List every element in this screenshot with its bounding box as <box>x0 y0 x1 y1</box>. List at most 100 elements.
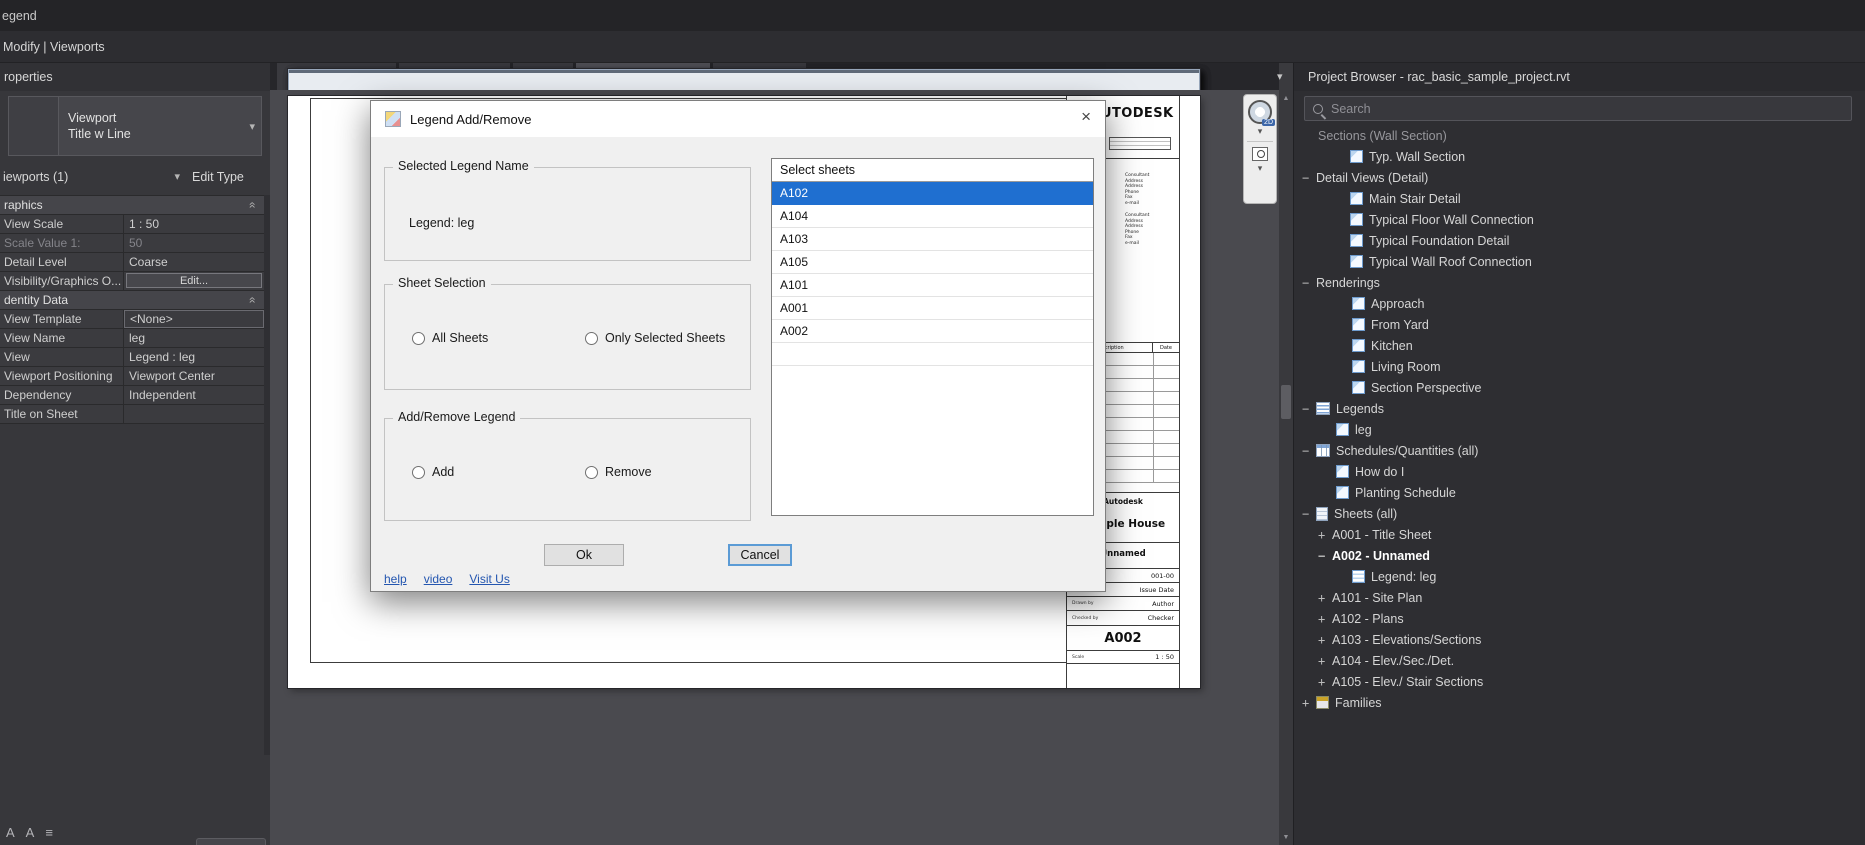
collapse-icon[interactable]: − <box>1302 276 1316 290</box>
property-value[interactable]: <None> <box>124 310 264 328</box>
radio-add[interactable]: Add <box>412 465 454 479</box>
tree-item[interactable]: +A105 - Elev./ Stair Sections <box>1294 671 1854 692</box>
expand-icon[interactable]: + <box>1318 528 1332 542</box>
sheet-list-item[interactable]: A002 <box>772 320 1093 343</box>
tree-item[interactable]: +A101 - Site Plan <box>1294 587 1854 608</box>
search-box[interactable]: Search <box>1304 96 1852 121</box>
edit-type-button[interactable]: Edit Type <box>192 164 262 189</box>
chevron-down-icon[interactable]: ▾ <box>1258 127 1263 136</box>
property-section-header[interactable]: dentity Data» <box>0 291 264 310</box>
dialog-link[interactable]: Visit Us <box>469 572 509 586</box>
scroll-down-icon[interactable]: ▼ <box>1279 830 1293 844</box>
tree-item[interactable]: +Families <box>1294 692 1854 713</box>
tree-item[interactable]: How do I <box>1294 461 1854 482</box>
property-value[interactable]: Independent <box>124 386 264 404</box>
property-section-header[interactable]: raphics» <box>0 196 264 215</box>
tree-item[interactable]: Main Stair Detail <box>1294 188 1854 209</box>
radio-all-sheets[interactable]: All Sheets <box>412 331 488 345</box>
expand-icon[interactable]: + <box>1318 675 1332 689</box>
tree-item[interactable]: Sections (Wall Section) <box>1294 125 1854 146</box>
scroll-up-icon[interactable]: ▲ <box>1279 91 1293 105</box>
tab-list-chevron-icon[interactable]: ▾ <box>1277 70 1283 83</box>
tree-item[interactable]: Kitchen <box>1294 335 1854 356</box>
sheet-list-item[interactable]: A102 <box>772 182 1093 205</box>
sheet-list-item[interactable]: A001 <box>772 297 1093 320</box>
property-value[interactable] <box>124 405 264 423</box>
expand-icon[interactable]: + <box>1318 591 1332 605</box>
tree-item[interactable]: Legend: leg <box>1294 566 1854 587</box>
radio-only-selected-sheets[interactable]: Only Selected Sheets <box>585 331 725 345</box>
dialog-link[interactable]: video <box>424 572 453 586</box>
cancel-button[interactable]: Cancel <box>728 544 792 566</box>
radio-icon[interactable] <box>412 332 425 345</box>
type-selector[interactable]: Viewport Title w Line ▾ <box>8 96 262 156</box>
tree-item[interactable]: Approach <box>1294 293 1854 314</box>
document-tab[interactable]: A102 - Plans <box>713 63 806 90</box>
properties-filter-combo[interactable]: iewports (1) ▾ <box>0 164 186 189</box>
property-value[interactable]: leg <box>124 329 264 347</box>
collapse-icon[interactable]: − <box>1302 444 1316 458</box>
property-value[interactable]: Edit... <box>124 272 264 290</box>
ok-button[interactable]: Ok <box>544 544 624 566</box>
tree-item[interactable]: Typ. Wall Section <box>1294 146 1854 167</box>
zoom-region-icon[interactable] <box>1252 147 1268 161</box>
text-toggle-a2-icon[interactable]: A <box>26 825 35 840</box>
status-bar-partial-button[interactable] <box>196 838 266 845</box>
tree-item[interactable]: −Detail Views (Detail) <box>1294 167 1854 188</box>
chevron-down-icon[interactable]: ▾ <box>1258 164 1263 173</box>
expand-icon[interactable]: + <box>1302 696 1316 710</box>
radio-icon[interactable] <box>585 466 598 479</box>
radio-remove[interactable]: Remove <box>585 465 652 479</box>
tree-item[interactable]: Typical Foundation Detail <box>1294 230 1854 251</box>
tree-item[interactable]: −Renderings <box>1294 272 1854 293</box>
dialog-link[interactable]: help <box>384 572 407 586</box>
tree-item[interactable]: From Yard <box>1294 314 1854 335</box>
tree-item[interactable]: −Schedules/Quantities (all) <box>1294 440 1854 461</box>
property-value[interactable]: Legend : leg <box>124 348 264 366</box>
mode-label[interactable]: Modify | Viewports <box>3 40 105 54</box>
property-value[interactable]: Viewport Center <box>124 367 264 385</box>
tree-item[interactable]: Typical Wall Roof Connection <box>1294 251 1854 272</box>
collapse-icon[interactable]: − <box>1318 549 1332 563</box>
expand-icon[interactable]: + <box>1318 654 1332 668</box>
tree-item[interactable]: +A103 - Elevations/Sections <box>1294 629 1854 650</box>
project-browser-title[interactable]: Project Browser - rac_basic_sample_proje… <box>1294 63 1865 91</box>
radio-icon[interactable] <box>412 466 425 479</box>
tree-item[interactable]: Planting Schedule <box>1294 482 1854 503</box>
navigation-bar[interactable]: 2D ▾ ▾ <box>1243 94 1277 204</box>
sheet-list-item[interactable]: A104 <box>772 205 1093 228</box>
sheet-list-item[interactable]: A101 <box>772 274 1093 297</box>
tree-item[interactable]: +A001 - Title Sheet <box>1294 524 1854 545</box>
tree-item[interactable]: −Sheets (all) <box>1294 503 1854 524</box>
collapse-chevron-icon[interactable]: » <box>245 297 259 304</box>
text-toggle-a1-icon[interactable]: A <box>6 825 15 840</box>
collapse-icon[interactable]: − <box>1302 171 1316 185</box>
tree-item[interactable]: +A104 - Elev./Sec./Det. <box>1294 650 1854 671</box>
expand-icon[interactable]: + <box>1318 633 1332 647</box>
tree-item[interactable]: Typical Floor Wall Connection <box>1294 209 1854 230</box>
collapse-icon[interactable]: − <box>1302 402 1316 416</box>
sheet-list-item[interactable]: A105 <box>772 251 1093 274</box>
list-icon[interactable]: ≡ <box>45 825 53 840</box>
property-value[interactable]: 1 : 50 <box>124 215 264 233</box>
tree-item[interactable]: +A102 - Plans <box>1294 608 1854 629</box>
edit-button[interactable]: Edit... <box>126 273 262 288</box>
radio-icon[interactable] <box>585 332 598 345</box>
chevron-down-icon[interactable]: ▾ <box>249 120 255 133</box>
collapse-icon[interactable]: − <box>1302 507 1316 521</box>
scrollbar-thumb[interactable] <box>1281 385 1291 419</box>
close-icon[interactable]: × <box>1081 107 1091 127</box>
property-value[interactable]: 50 <box>124 234 264 252</box>
sheet-list-item[interactable]: A103 <box>772 228 1093 251</box>
tree-item[interactable]: leg <box>1294 419 1854 440</box>
collapse-chevron-icon[interactable]: » <box>245 202 259 209</box>
canvas-scrollbar[interactable]: ▲ ▼ <box>1279 90 1293 845</box>
expand-icon[interactable]: + <box>1318 612 1332 626</box>
tree-item[interactable]: Section Perspective <box>1294 377 1854 398</box>
tree-item[interactable]: Living Room <box>1294 356 1854 377</box>
steering-wheel-icon[interactable]: 2D <box>1248 100 1272 124</box>
dialog-title-bar[interactable]: Legend Add/Remove × <box>371 101 1105 137</box>
tree-item[interactable]: −Legends <box>1294 398 1854 419</box>
property-value[interactable]: Coarse <box>124 253 264 271</box>
tree-item[interactable]: −A002 - Unnamed <box>1294 545 1854 566</box>
